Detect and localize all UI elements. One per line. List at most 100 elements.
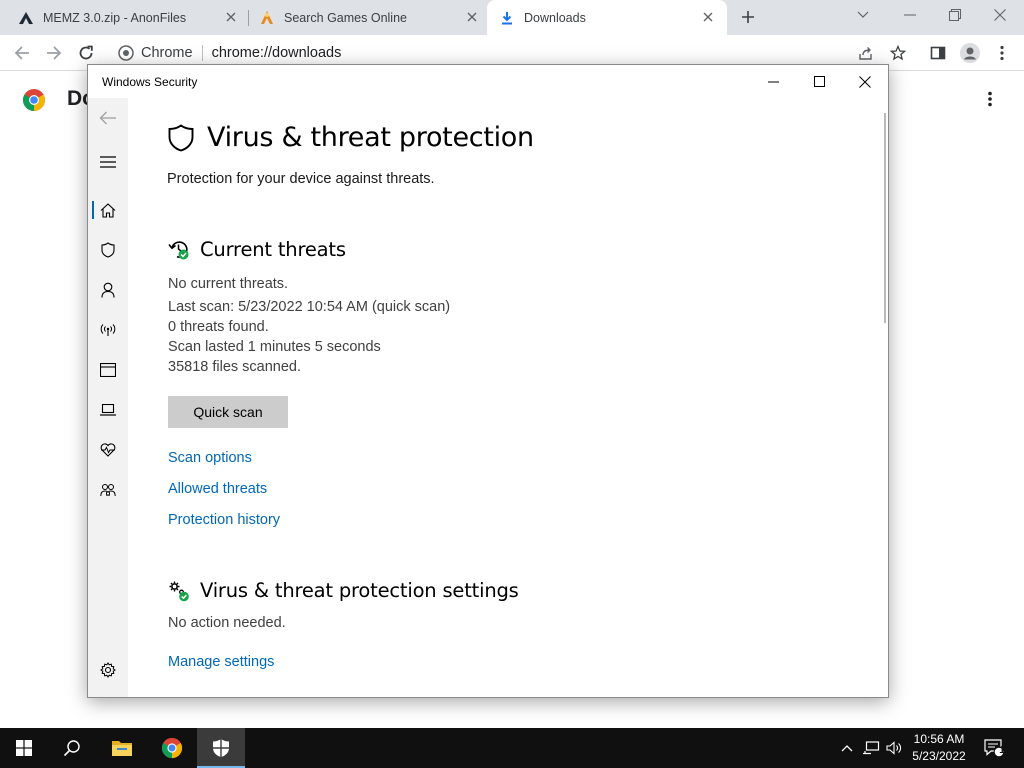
site-chip[interactable]: Chrome [118, 45, 193, 61]
current-threats-heading: Current threats [200, 238, 346, 261]
folder-icon [112, 741, 132, 756]
notification-count: 1 [999, 745, 1005, 756]
system-clock[interactable]: 10:56 AM 5/23/2022 [906, 731, 972, 765]
forward-button[interactable] [42, 41, 66, 65]
close-icon[interactable] [465, 10, 479, 24]
more-options-icon[interactable] [981, 89, 999, 109]
file-explorer-button[interactable] [98, 728, 146, 768]
close-button[interactable] [842, 65, 888, 98]
sidebar-item-app-browser-control[interactable] [88, 350, 128, 390]
download-icon [499, 10, 515, 26]
scan-options-link[interactable]: Scan options [168, 450, 252, 466]
threat-status-text: No current threats. [168, 276, 289, 292]
chrome-taskbar-button[interactable] [148, 728, 196, 768]
chrome-menu-icon[interactable] [990, 41, 1014, 65]
clock-date: 5/23/2022 [912, 749, 966, 763]
games-site-icon [259, 10, 275, 26]
back-arrow-icon[interactable] [88, 98, 128, 138]
current-threats-header: Current threats [168, 238, 346, 261]
allowed-threats-link[interactable]: Allowed threats [168, 481, 267, 497]
browser-tab-strip: MEMZ 3.0.zip - AnonFiles Search Games On… [0, 0, 1024, 35]
close-icon[interactable] [701, 10, 715, 24]
tab-label: Downloads [524, 10, 586, 25]
sidebar-item-device-health[interactable] [88, 430, 128, 470]
anonfiles-icon [18, 10, 34, 26]
chrome-logo-icon [118, 45, 134, 61]
protection-history-link[interactable]: Protection history [168, 512, 280, 528]
clock-time: 10:56 AM [913, 732, 965, 746]
threats-found-text: 0 threats found. [168, 319, 269, 335]
restore-button[interactable] [941, 4, 969, 26]
protection-settings-header: Virus & threat protection settings [168, 579, 519, 602]
content-pane: Virus & threat protection Protection for… [128, 98, 878, 697]
scrollbar-thumb[interactable] [884, 113, 886, 323]
windows-logo-icon [16, 740, 32, 756]
windows-taskbar: 10:56 AM 5/23/2022 1 [0, 728, 1024, 768]
device-security-icon [100, 404, 116, 416]
tab-search-games[interactable]: Search Games Online [241, 0, 489, 35]
site-chip-label: Chrome [141, 45, 193, 61]
notifications-button[interactable]: 1 [980, 728, 1008, 768]
window-title-bar[interactable]: Windows Security [88, 65, 888, 98]
sidebar-item-firewall[interactable] [88, 310, 128, 350]
sidebar-item-account-protection[interactable] [88, 270, 128, 310]
windows-security-window: Windows Security Virus & threat protecti… [87, 64, 889, 698]
search-button[interactable] [48, 728, 96, 768]
shield-icon [168, 123, 194, 151]
home-icon [100, 202, 116, 218]
family-options-icon [100, 483, 116, 496]
sidebar-item-home[interactable] [88, 190, 128, 230]
sidebar-item-virus-protection[interactable] [88, 230, 128, 270]
close-window-button[interactable] [986, 4, 1014, 26]
tab-label: Search Games Online [284, 10, 407, 25]
manage-settings-link[interactable]: Manage settings [168, 654, 274, 670]
page-header: Virus & threat protection [168, 122, 534, 153]
scan-history-check-icon [168, 240, 189, 259]
navigation-sidebar [88, 98, 128, 697]
device-health-icon [100, 443, 116, 457]
back-button[interactable] [10, 41, 34, 65]
maximize-button[interactable] [796, 65, 842, 98]
url-text[interactable]: chrome://downloads [212, 45, 342, 61]
firewall-network-icon [100, 324, 116, 336]
tab-label: MEMZ 3.0.zip - AnonFiles [43, 10, 187, 25]
sidebar-item-family-options[interactable] [88, 470, 128, 510]
search-icon [63, 740, 80, 757]
gears-check-icon [169, 581, 189, 601]
tab-anonfiles[interactable]: MEMZ 3.0.zip - AnonFiles [0, 0, 248, 35]
side-panel-icon[interactable] [926, 41, 950, 65]
page-subtitle: Protection for your device against threa… [167, 171, 435, 187]
window-title: Windows Security [102, 75, 198, 89]
bookmark-star-icon[interactable] [886, 41, 910, 65]
files-scanned-text: 35818 files scanned. [168, 359, 302, 375]
settings-gear-icon [100, 662, 116, 678]
shield-icon [213, 739, 229, 757]
reload-button[interactable] [74, 41, 98, 65]
close-icon[interactable] [224, 10, 238, 24]
windows-security-taskbar-button[interactable] [197, 728, 245, 768]
show-hidden-icons-chevron-icon[interactable] [838, 728, 856, 768]
omnibox-divider [201, 45, 203, 61]
minimize-button[interactable] [896, 4, 924, 26]
tab-downloads[interactable]: Downloads [487, 0, 727, 35]
minimize-button[interactable] [750, 65, 796, 98]
protection-settings-heading: Virus & threat protection settings [200, 579, 519, 602]
account-icon [101, 282, 115, 298]
page-title: Virus & threat protection [207, 122, 534, 153]
start-button[interactable] [0, 728, 48, 768]
sidebar-item-device-security[interactable] [88, 390, 128, 430]
network-icon[interactable] [860, 728, 882, 768]
hamburger-menu-icon[interactable] [88, 142, 128, 182]
last-scan-text: Last scan: 5/23/2022 10:54 AM (quick sca… [168, 299, 451, 315]
app-browser-control-icon [100, 363, 116, 377]
scan-duration-text: Scan lasted 1 minutes 5 seconds [168, 339, 381, 355]
tab-search-chevron-icon[interactable] [849, 4, 877, 26]
sidebar-item-settings[interactable] [88, 650, 128, 690]
profile-avatar-icon[interactable] [958, 41, 982, 65]
volume-icon[interactable] [884, 728, 906, 768]
settings-status-text: No action needed. [168, 615, 286, 631]
share-icon[interactable] [854, 41, 878, 65]
chrome-logo-icon [22, 88, 45, 111]
new-tab-button[interactable] [737, 6, 759, 28]
quick-scan-button[interactable]: Quick scan [168, 396, 288, 428]
